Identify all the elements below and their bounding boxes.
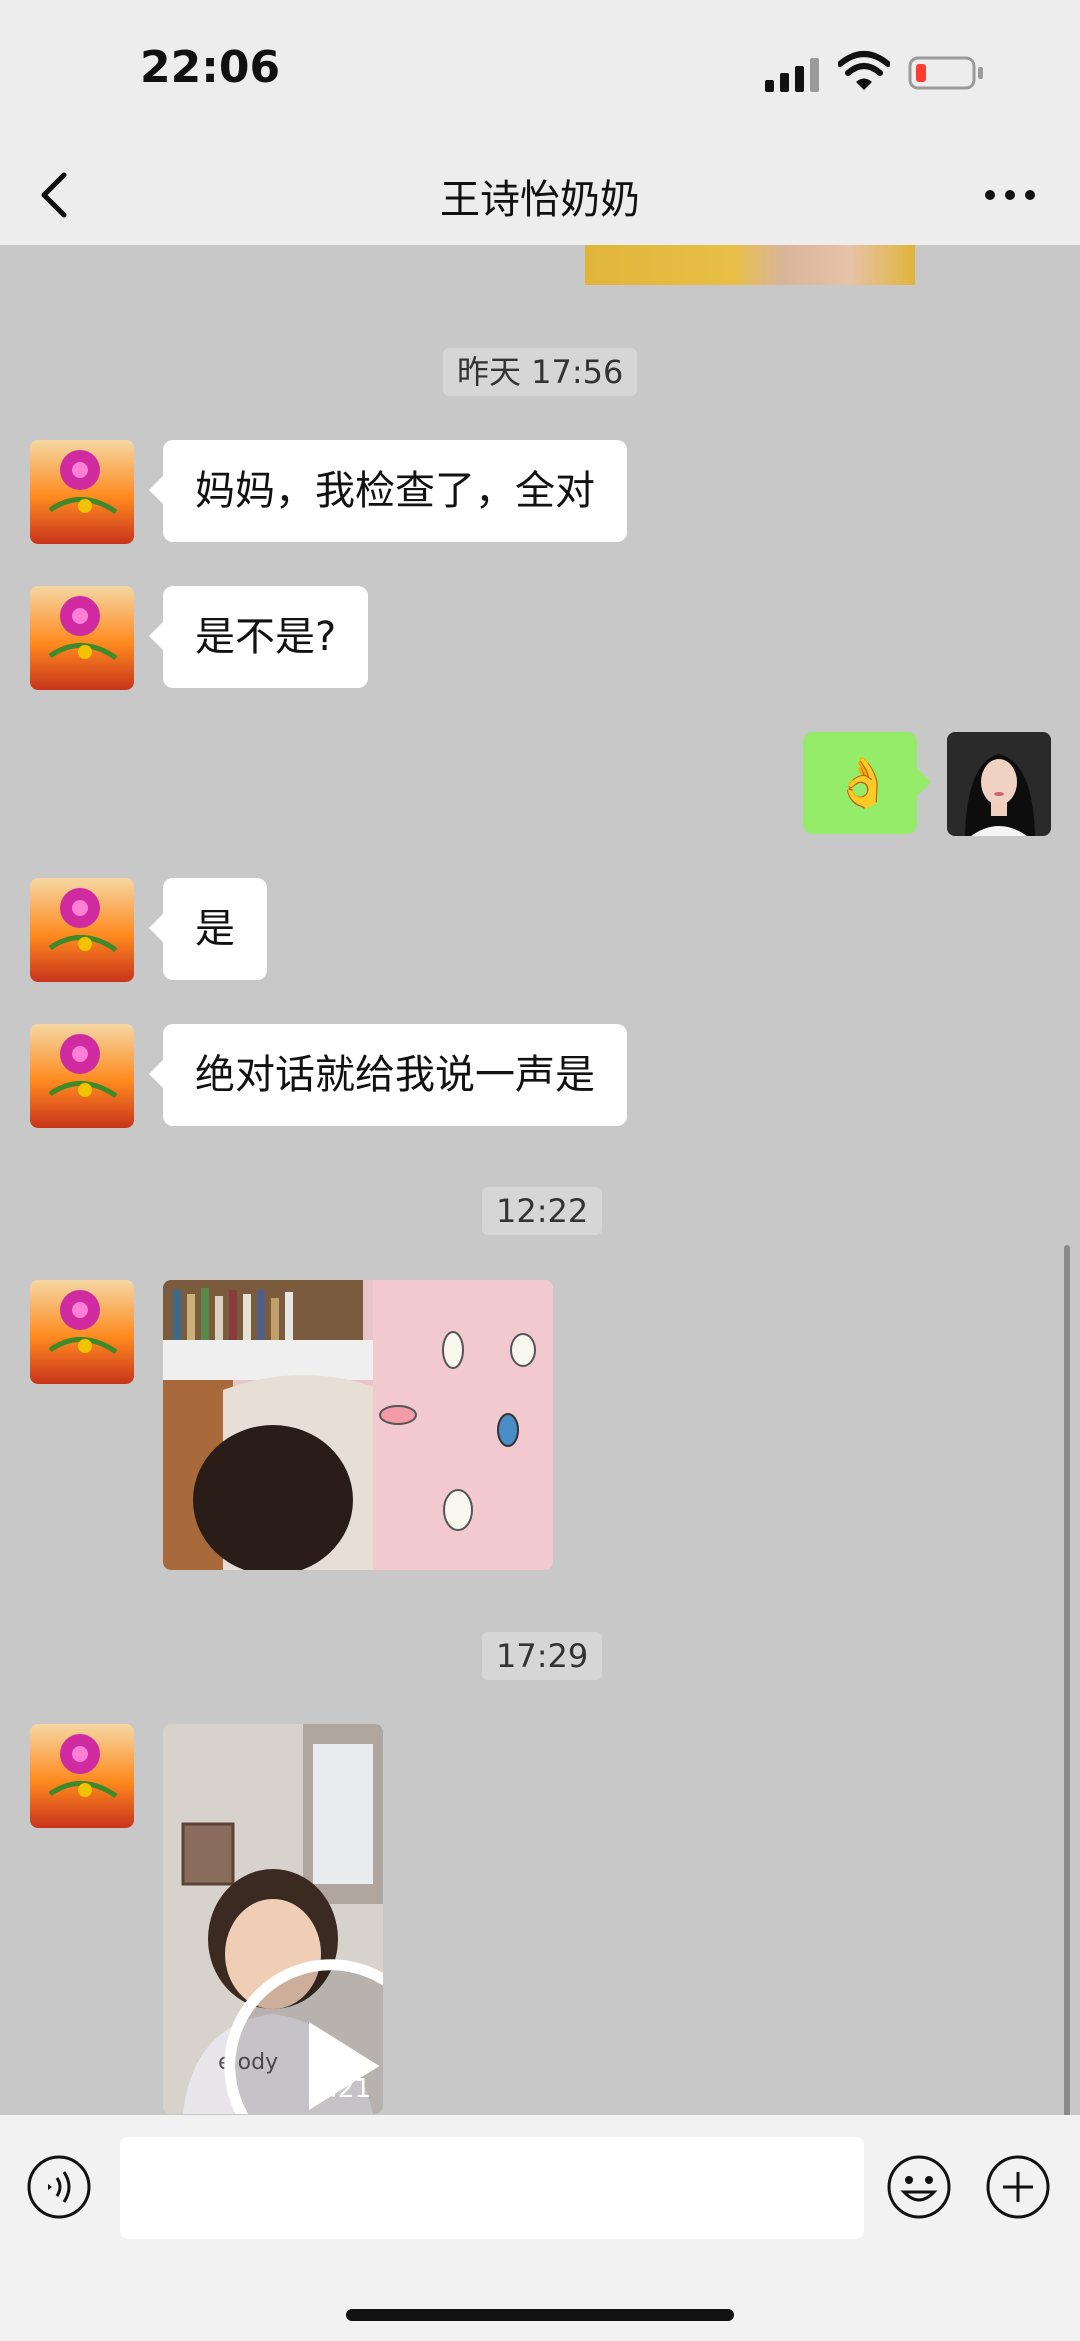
message-bubble-incoming[interactable]: 是不是? <box>148 586 369 688</box>
contact-avatar[interactable] <box>30 440 134 544</box>
message-list[interactable]: 昨天 17:56 妈妈，我检查了，全对 是不是? 👌 是 绝对话就给我说一声是 … <box>0 245 1080 2115</box>
ok-hand-emoji: 👌 <box>833 755 893 811</box>
contact-avatar[interactable] <box>30 1280 134 1384</box>
previous-image-message[interactable] <box>585 245 915 285</box>
video-duration: 0:21 <box>312 2074 371 2104</box>
contact-avatar[interactable] <box>30 878 134 982</box>
chat-title: 王诗怡奶奶 <box>440 177 640 223</box>
contact-avatar[interactable] <box>30 1024 134 1128</box>
chat-header: 王诗怡奶奶 <box>0 145 1080 245</box>
message-bubble-incoming[interactable]: 妈妈，我检查了，全对 <box>149 440 627 542</box>
message-bubble-incoming[interactable]: 是 <box>149 878 267 980</box>
image-message[interactable] <box>163 1280 553 1570</box>
wifi-icon <box>838 51 890 90</box>
home-indicator <box>346 2309 734 2321</box>
message-timestamp: 12:22 <box>482 1187 603 1235</box>
scrollbar[interactable] <box>1064 1245 1070 2115</box>
message-timestamp: 17:29 <box>482 1632 603 1680</box>
contact-avatar[interactable] <box>30 586 134 690</box>
voice-icon[interactable] <box>26 2154 92 2220</box>
message-bubble-incoming[interactable]: 绝对话就给我说一声是 <box>149 1024 627 1126</box>
video-message[interactable]: elody 0:21 <box>163 1724 383 2114</box>
my-avatar[interactable] <box>947 732 1051 836</box>
message-bubble-outgoing[interactable]: 👌 <box>803 732 931 834</box>
plus-circle-icon[interactable] <box>985 2154 1051 2220</box>
battery-low-icon <box>908 56 983 90</box>
status-bar: 22:06 <box>0 0 1080 145</box>
more-dots-icon[interactable] <box>980 181 1040 209</box>
signal-bars-icon <box>765 58 819 92</box>
smiley-icon[interactable] <box>886 2154 952 2220</box>
message-timestamp: 昨天 17:56 <box>443 348 638 396</box>
message-input[interactable] <box>120 2137 864 2239</box>
contact-avatar[interactable] <box>30 1724 134 1828</box>
input-bar <box>0 2115 1080 2341</box>
status-time: 22:06 <box>140 42 281 93</box>
